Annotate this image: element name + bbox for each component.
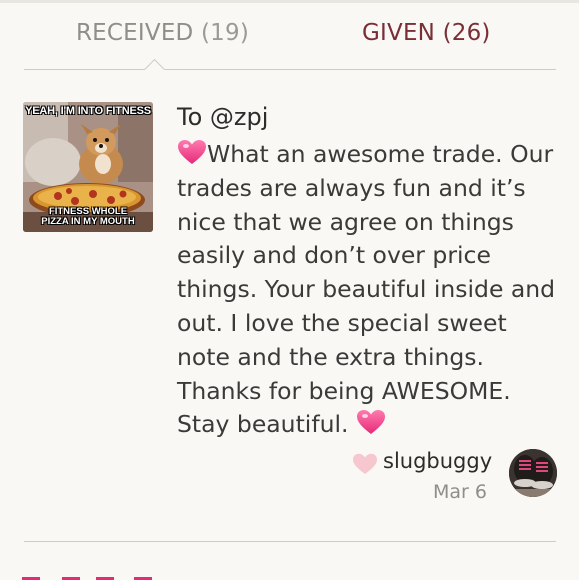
review-message: What an awesome trade. Our trades are al…: [177, 138, 567, 442]
tab-given[interactable]: GIVEN (26): [362, 20, 491, 46]
sneakers-illustration: [509, 449, 557, 497]
meme-top-caption: YEAH, I'M INTO FITNESS: [25, 105, 151, 117]
feedback-tabs: RECEIVED (19) GIVEN (26): [0, 14, 579, 58]
review-message-text: What an awesome trade. Our trades are al…: [177, 140, 556, 439]
review-divider: [24, 541, 556, 542]
tab-given-count: (26): [442, 20, 491, 46]
next-review-peek: [22, 577, 152, 580]
review-image[interactable]: YEAH, I'M INTO FITNESS FITNESS WHOLE PIZ…: [23, 102, 153, 232]
heart-icon[interactable]: [352, 452, 378, 476]
active-tab-caret: [143, 58, 166, 81]
tab-received-count: (19): [200, 20, 249, 46]
sparkling-heart-icon: [356, 408, 386, 436]
tab-received-label: RECEIVED: [76, 20, 194, 46]
review-date: Mar 6: [433, 481, 487, 503]
author-avatar[interactable]: [509, 449, 557, 497]
tab-divider: [24, 69, 556, 70]
tab-given-label: GIVEN: [362, 20, 436, 46]
review-recipient[interactable]: To @zpj: [177, 103, 268, 131]
meme-bottom-line-2: PIZZA IN MY MOUTH: [41, 216, 135, 227]
top-edge: [0, 0, 579, 3]
sparkling-heart-icon: [177, 138, 207, 166]
meme-bottom-caption: FITNESS WHOLE PIZZA IN MY MOUTH: [23, 207, 153, 227]
tab-received[interactable]: RECEIVED (19): [76, 20, 249, 46]
author-username[interactable]: slugbuggy: [383, 449, 492, 473]
